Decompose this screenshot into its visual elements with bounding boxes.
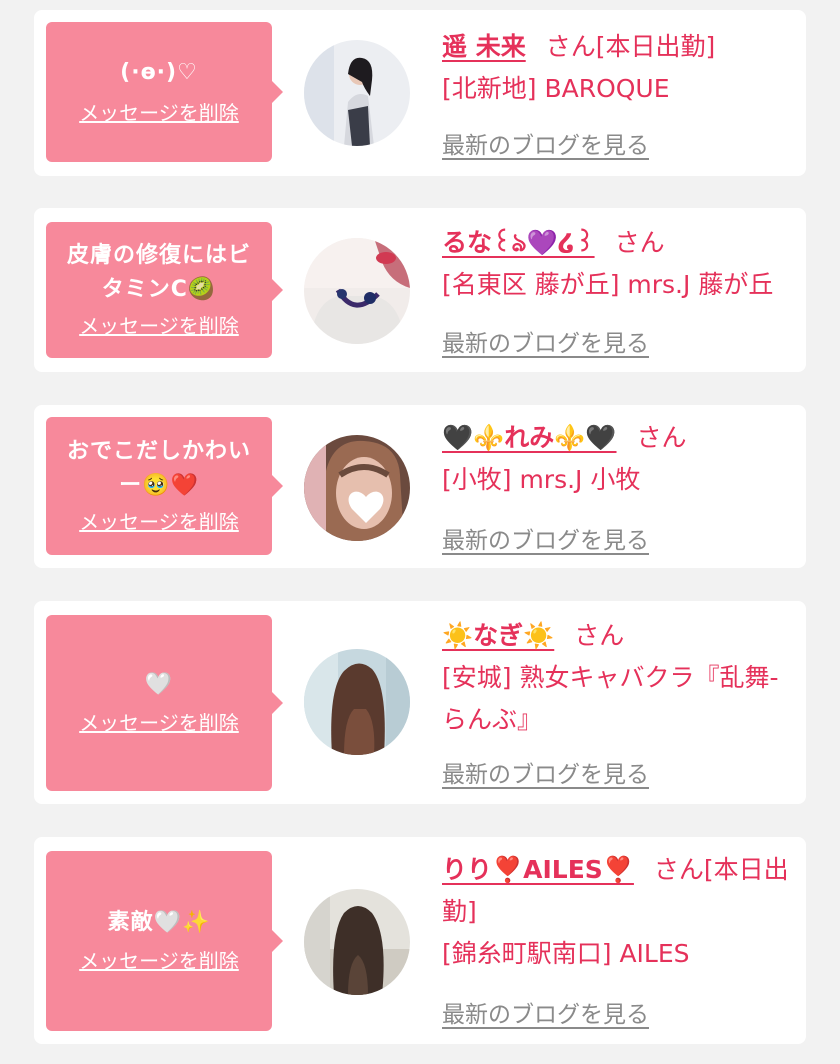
avatar[interactable] <box>304 889 410 995</box>
shop-text: [小牧] mrs.J 小牧 <box>442 465 641 494</box>
delete-message-link[interactable]: メッセージを削除 <box>79 507 239 537</box>
shop-text: [安城] 熟女キャバクラ『乱舞-らんぶ』 <box>442 663 779 734</box>
user-info: 🖤⚜️れみ⚜️🖤 さん [小牧] mrs.J 小牧 <box>442 417 794 501</box>
user-name-link[interactable]: るな꒰ঌ💜໒꒱ <box>442 228 595 257</box>
delete-message-link[interactable]: メッセージを削除 <box>79 708 239 738</box>
delete-message-link[interactable]: メッセージを削除 <box>79 311 239 341</box>
blog-link[interactable]: 最新のブログを見る <box>442 324 649 358</box>
list-item: おでこだしかわいー🥹❤️ メッセージを削除 🖤⚜️れみ⚜️🖤 さん [小牧] mr… <box>34 405 806 568</box>
san-status: さん <box>636 423 687 452</box>
name-row: 🖤⚜️れみ⚜️🖤 さん <box>442 417 794 459</box>
message-bubble: 🤍 メッセージを削除 <box>46 615 283 791</box>
name-row: ☀️なぎ☀️ さん <box>442 615 794 657</box>
message-text: (·ɵ·)♡ <box>120 60 198 85</box>
message-bubble: (·ɵ·)♡ メッセージを削除 <box>46 22 283 162</box>
user-info: るな꒰ঌ💜໒꒱ さん [名東区 藤が丘] mrs.J 藤が丘 <box>442 222 794 306</box>
blog-link[interactable]: 最新のブログを見る <box>442 521 649 555</box>
user-info: ☀️なぎ☀️ さん [安城] 熟女キャバクラ『乱舞-らんぶ』 <box>442 615 794 741</box>
user-name-link[interactable]: ☀️なぎ☀️ <box>442 621 554 650</box>
avatar[interactable] <box>304 238 410 344</box>
user-info: 遥 未来 さん[本日出勤] [北新地] BAROQUE <box>442 26 794 110</box>
list-item: 皮膚の修復にはビタミンC🥝 メッセージを削除 るな꒰ঌ💜໒꒱ さん [名東区 藤が… <box>34 208 806 372</box>
shop-text: [名東区 藤が丘] mrs.J 藤が丘 <box>442 270 774 299</box>
message-text: 素敵🤍✨ <box>107 910 211 935</box>
blog-link[interactable]: 最新のブログを見る <box>442 126 649 160</box>
name-row: るな꒰ঌ💜໒꒱ さん <box>442 222 794 264</box>
message-text: 皮膚の修復にはビタミンC🥝 <box>66 243 251 302</box>
list-item: 🤍 メッセージを削除 ☀️なぎ☀️ さん [安城] 熟女キャバクラ『乱舞-らんぶ』… <box>34 601 806 804</box>
message-bubble: おでこだしかわいー🥹❤️ メッセージを削除 <box>46 417 283 555</box>
message-text: 🤍 <box>144 672 174 697</box>
san-status: さん <box>614 228 665 257</box>
shop-text: [錦糸町駅南口] AILES <box>442 939 690 968</box>
message-bubble: 皮膚の修復にはビタミンC🥝 メッセージを削除 <box>46 222 283 358</box>
delete-message-link[interactable]: メッセージを削除 <box>79 98 239 128</box>
user-name-link[interactable]: 遥 未来 <box>442 32 526 61</box>
blog-link[interactable]: 最新のブログを見る <box>442 995 649 1029</box>
avatar[interactable] <box>304 40 410 146</box>
name-row: 遥 未来 さん[本日出勤] <box>442 26 794 68</box>
user-name-link[interactable]: 🖤⚜️れみ⚜️🖤 <box>442 423 617 452</box>
user-name-link[interactable]: りり❣️AILES❣️ <box>442 855 634 884</box>
delete-message-link[interactable]: メッセージを削除 <box>79 946 239 976</box>
avatar[interactable] <box>304 435 410 541</box>
blog-link[interactable]: 最新のブログを見る <box>442 755 649 789</box>
list-item: (·ɵ·)♡ メッセージを削除 遥 未来 さん[本日出勤] [北新地] BAROQ… <box>34 10 806 176</box>
name-row: りり❣️AILES❣️ さん[本日出勤] <box>442 849 794 933</box>
san-status: さん <box>574 621 625 650</box>
san-status: さん[本日出勤] <box>545 32 716 61</box>
message-text: おでこだしかわいー🥹❤️ <box>66 439 251 498</box>
list-item: 素敵🤍✨ メッセージを削除 りり❣️AILES❣️ さん[本日出勤] [錦糸町駅南… <box>34 837 806 1044</box>
user-info: りり❣️AILES❣️ さん[本日出勤] [錦糸町駅南口] AILES <box>442 849 794 975</box>
message-bubble: 素敵🤍✨ メッセージを削除 <box>46 851 283 1031</box>
shop-text: [北新地] BAROQUE <box>442 74 670 103</box>
message-list: (·ɵ·)♡ メッセージを削除 遥 未来 さん[本日出勤] [北新地] BAROQ… <box>0 0 840 1064</box>
avatar[interactable] <box>304 649 410 755</box>
